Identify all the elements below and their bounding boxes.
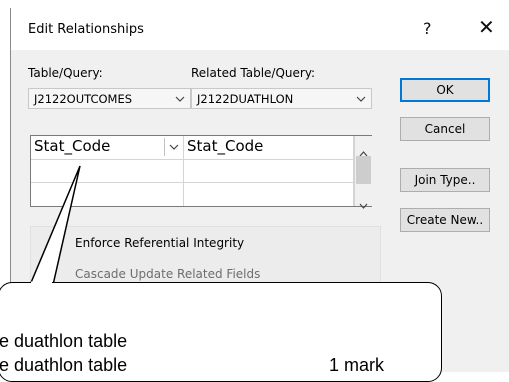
callout-pointer-joint [31, 281, 52, 285]
